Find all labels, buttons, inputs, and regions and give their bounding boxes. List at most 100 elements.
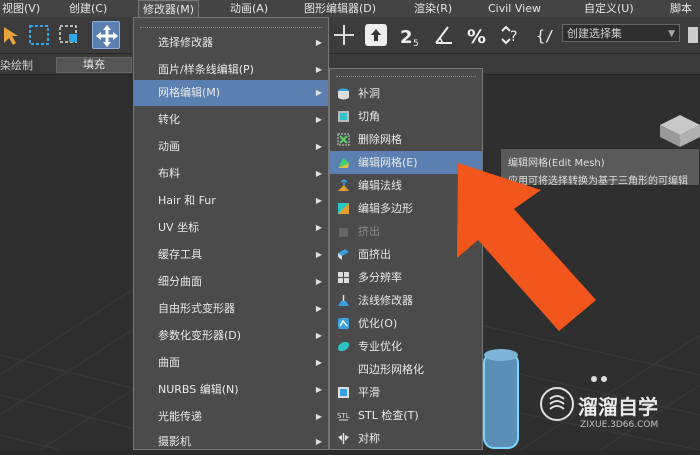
submenu-item-edit-normals[interactable]: 编辑法线 xyxy=(330,174,482,197)
menu-item-cameras[interactable]: 摄影机 ▶ xyxy=(134,429,328,455)
menu-item-label: 曲面 xyxy=(158,356,180,369)
submenu-item-edit-poly[interactable]: 编辑多边形 xyxy=(330,197,482,220)
select-icon[interactable] xyxy=(0,21,28,49)
delete-mesh-icon xyxy=(337,133,350,146)
menu-item-subdivision-surfaces[interactable]: 细分曲面 ▶ xyxy=(134,269,328,295)
menu-item-parametric-deformers[interactable]: 参数化变形器(D) ▶ xyxy=(134,323,328,349)
submenu-item-cap-holes[interactable]: 补洞 xyxy=(330,82,482,105)
menu-item-nurbs-editing[interactable]: NURBS 编辑(N) ▶ xyxy=(134,377,328,403)
menu-civil-view[interactable]: Civil View xyxy=(484,0,545,17)
chevron-right-icon: ▶ xyxy=(315,223,322,232)
menu-item-uv-coordinates[interactable]: UV 坐标 ▶ xyxy=(134,215,328,241)
submenu-item-normal-modifier[interactable]: 法线修改器 xyxy=(330,289,482,312)
chevron-right-icon: ▶ xyxy=(315,437,322,446)
submenu-item-label: 挤出 xyxy=(358,225,380,238)
edit-poly-icon xyxy=(338,203,349,214)
toolbar-overflow-icon[interactable] xyxy=(686,21,700,49)
selection-set-dropdown[interactable]: 创建选择集 ▼ xyxy=(562,24,680,42)
chevron-right-icon: ▶ xyxy=(315,385,322,394)
menu-item-hair-and-fur[interactable]: Hair 和 Fur ▶ xyxy=(134,188,328,214)
svg-text:2: 2 xyxy=(400,27,413,48)
viewport-helper-icon xyxy=(591,376,607,382)
submenu-item-label: 多分辨率 xyxy=(358,271,402,284)
menu-item-label: 动画 xyxy=(158,140,180,153)
angle-icon[interactable] xyxy=(430,21,458,49)
menu-item-label: NURBS 编辑(N) xyxy=(158,383,239,396)
scene-object-cylinder[interactable] xyxy=(482,343,542,450)
submenu-item-stl-check[interactable]: STL STL 检查(T) xyxy=(330,404,482,427)
submenu-item-label: STL 检查(T) xyxy=(358,409,419,422)
smooth-icon xyxy=(338,387,349,398)
chevron-right-icon: ▶ xyxy=(315,115,322,124)
spinner-snap-icon[interactable]: ? xyxy=(496,21,524,49)
submenu-item-optimize[interactable]: 优化(O) xyxy=(330,312,482,335)
menu-item-conversion[interactable]: 转化 ▶ xyxy=(134,107,328,133)
move-icon[interactable] xyxy=(92,21,120,49)
modifiers-menu: 选择修改器 ▶ 面片/样条线编辑(P) ▶ 网格编辑(M) ▶ 转化 ▶ 动画 ▶ 布料 ▶… xyxy=(133,17,329,450)
svg-text:{/: {/ xyxy=(536,27,554,45)
snap-icon[interactable] xyxy=(362,21,390,49)
menu-item-label: 缓存工具 xyxy=(158,248,202,261)
menu-item-radiosity[interactable]: 光能传递 ▶ xyxy=(134,404,328,430)
watermark-name: 溜溜自学 xyxy=(578,395,658,419)
submenu-item-edit-mesh[interactable]: 编辑网格(E) xyxy=(330,151,482,174)
submenu-item-pro-optimizer[interactable]: 专业优化 xyxy=(330,335,482,358)
chevron-right-icon: ▶ xyxy=(315,250,322,259)
watermark-logo-icon xyxy=(540,387,574,421)
symmetry-icon xyxy=(338,433,349,444)
svg-text:5: 5 xyxy=(413,39,419,49)
submenu-item-label: 切角 xyxy=(358,110,380,123)
menu-item-label: 布料 xyxy=(158,167,180,180)
chevron-right-icon: ▶ xyxy=(315,331,322,340)
menu-item-mesh-editing[interactable]: 网格编辑(M) ▶ xyxy=(134,80,328,106)
menu-separator xyxy=(336,76,476,77)
submenu-item-quadify-mesh[interactable]: 四边形网格化 xyxy=(330,358,482,381)
extrude-icon xyxy=(339,228,348,237)
submenu-item-delete-mesh[interactable]: 删除网格 xyxy=(330,128,482,151)
pivot-icon[interactable] xyxy=(330,21,358,49)
menu-create[interactable]: 创建(C) xyxy=(65,0,111,17)
submenu-item-multires[interactable]: 多分辨率 xyxy=(330,266,482,289)
menu-item-label: 自由形式变形器 xyxy=(158,302,235,315)
menu-separator xyxy=(140,27,322,28)
menu-item-selection-modifiers[interactable]: 选择修改器 ▶ xyxy=(134,30,328,56)
main-toolbar: 25 % ? {/ 创建选择集 ▼ xyxy=(0,17,700,54)
menu-item-label: 选择修改器 xyxy=(158,36,213,49)
menu-item-animation[interactable]: 动画 ▶ xyxy=(134,134,328,160)
menu-item-cloth[interactable]: 布料 ▶ xyxy=(134,161,328,187)
submenu-item-label: 删除网格 xyxy=(358,133,402,146)
submenu-item-label: 编辑网格(E) xyxy=(358,156,418,169)
scene-object-box[interactable] xyxy=(652,107,700,147)
menu-scripting[interactable]: 脚本 xyxy=(666,0,696,17)
menu-rendering[interactable]: 渲染(R) xyxy=(410,0,456,17)
pro-optimizer-icon xyxy=(337,341,350,352)
chevron-right-icon: ▶ xyxy=(315,412,322,421)
normal-modifier-icon xyxy=(338,295,349,306)
angle-snap-icon[interactable]: 25 xyxy=(398,21,426,49)
submenu-item-label: 对称 xyxy=(358,432,380,445)
submenu-item-symmetry[interactable]: 对称 xyxy=(330,427,482,450)
fill-button[interactable]: 填充 xyxy=(56,57,132,73)
edit-named-sets-icon[interactable]: {/ xyxy=(534,21,562,49)
chevron-right-icon: ▶ xyxy=(315,358,322,367)
menu-customize[interactable]: 自定义(U) xyxy=(580,0,638,17)
menu-modifiers[interactable]: 修改器(M) xyxy=(138,0,200,17)
watermark: 溜溜自学 ZIXUE.3D66.COM xyxy=(540,385,698,440)
window-crossing-icon[interactable] xyxy=(56,21,84,49)
submenu-item-face-extrude[interactable]: 面挤出 xyxy=(330,243,482,266)
submenu-item-smooth[interactable]: 平滑 xyxy=(330,381,482,404)
menu-item-label: 网格编辑(M) xyxy=(158,86,221,99)
menu-animation[interactable]: 动画(A) xyxy=(226,0,272,17)
menu-graph-editors[interactable]: 图形编辑器(D) xyxy=(300,0,380,17)
rect-select-icon[interactable] xyxy=(26,21,54,49)
submenu-item-label: 专业优化 xyxy=(358,340,402,353)
menu-view[interactable]: 视图(V) xyxy=(0,0,44,17)
menu-item-cache-tools[interactable]: 缓存工具 ▶ xyxy=(134,242,328,268)
submenu-item-label: 四边形网格化 xyxy=(358,363,424,376)
percent-snap-icon[interactable]: % xyxy=(464,21,492,49)
menu-item-label: UV 坐标 xyxy=(158,221,200,234)
menu-item-free-form-deformers[interactable]: 自由形式变形器 ▶ xyxy=(134,296,328,322)
menu-item-surface[interactable]: 曲面 ▶ xyxy=(134,350,328,376)
submenu-item-label: 补洞 xyxy=(358,87,380,100)
submenu-item-chamfer[interactable]: 切角 xyxy=(330,105,482,128)
